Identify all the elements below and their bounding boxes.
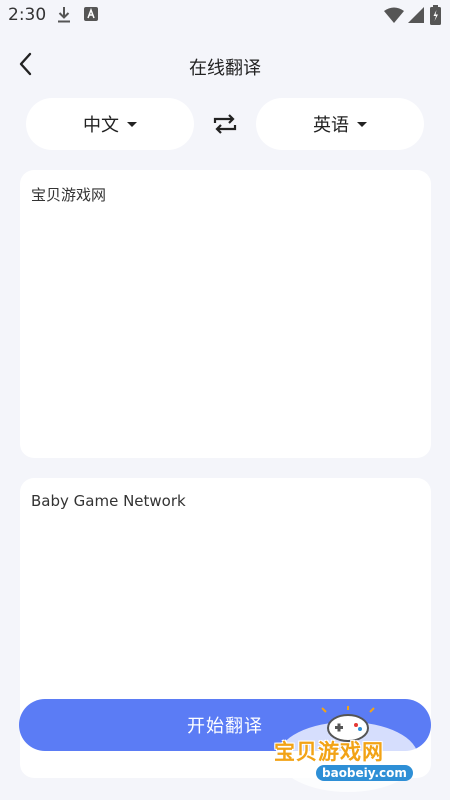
swap-languages-button[interactable] xyxy=(210,110,240,138)
watermark-brand: 宝贝游戏网 xyxy=(274,740,384,764)
target-language-label: 英语 xyxy=(313,115,349,136)
source-text: 宝贝游戏网 xyxy=(31,186,107,204)
swap-arrows-icon xyxy=(213,114,237,134)
page-title: 在线翻译 xyxy=(189,58,261,79)
watermark-domain: baobeiy.com xyxy=(316,765,413,781)
wifi-icon xyxy=(384,7,404,23)
app-notification-icon xyxy=(84,7,98,21)
source-language-dropdown[interactable]: 中文 xyxy=(26,98,194,150)
source-text-input[interactable]: 宝贝游戏网 xyxy=(20,170,431,458)
result-text: Baby Game Network xyxy=(31,492,186,510)
battery-icon xyxy=(430,5,441,25)
caret-down-icon xyxy=(127,121,137,127)
cell-signal-icon xyxy=(408,7,424,23)
start-translate-label: 开始翻译 xyxy=(187,716,263,737)
caret-down-icon xyxy=(357,121,367,127)
download-icon xyxy=(58,7,70,23)
source-language-label: 中文 xyxy=(83,115,119,136)
watermark: 宝贝游戏网 baobeiy.com xyxy=(268,702,428,794)
status-time: 2:30 xyxy=(8,5,47,25)
target-language-dropdown[interactable]: 英语 xyxy=(256,98,424,150)
status-bar: 2:30 xyxy=(0,0,450,32)
header: 在线翻译 xyxy=(0,40,450,96)
